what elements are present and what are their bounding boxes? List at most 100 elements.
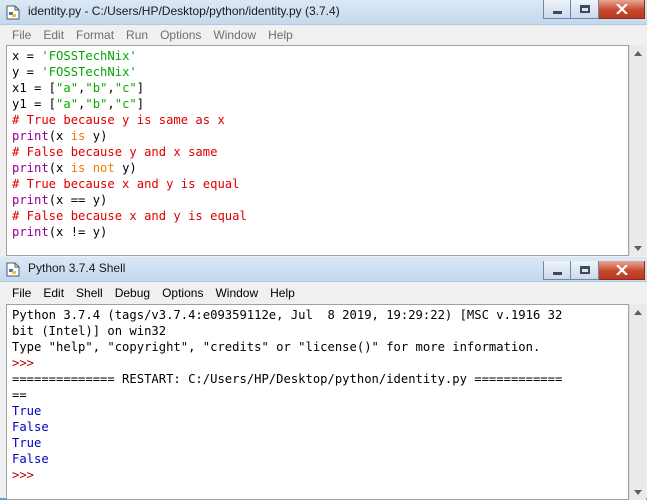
close-button[interactable] [599, 261, 645, 280]
menu-options[interactable]: Options [154, 28, 207, 42]
menu-window[interactable]: Window [207, 28, 262, 42]
code-token: ] [136, 81, 145, 95]
menu-edit[interactable]: Edit [37, 286, 70, 300]
code-token: >>> [12, 468, 42, 482]
shell-menubar: File Edit Shell Debug Options Window Hel… [0, 282, 647, 304]
minimize-icon [552, 10, 562, 14]
code-line: == [12, 387, 628, 403]
minimize-icon [552, 271, 562, 275]
code-token: "a" [56, 97, 79, 111]
maximize-button[interactable] [571, 261, 599, 280]
menu-run[interactable]: Run [120, 28, 154, 42]
shell-output[interactable]: Python 3.7.4 (tags/v3.7.4:e09359112e, Ju… [6, 304, 629, 500]
code-token: # True because x and y is equal [12, 177, 240, 191]
code-token: y) [114, 161, 137, 175]
code-token: "c" [114, 81, 137, 95]
code-token: print [12, 129, 49, 143]
python-file-icon [6, 5, 20, 20]
chevron-down-icon [634, 489, 642, 495]
code-token: is not [70, 161, 115, 175]
code-line: # False because y and x same [12, 144, 628, 160]
shell-scrollbar[interactable] [629, 304, 646, 500]
code-token: 'FOSSTechNix' [41, 65, 137, 79]
code-token: False [12, 420, 49, 434]
menu-window[interactable]: Window [209, 286, 264, 300]
code-line: x = 'FOSSTechNix' [12, 48, 628, 64]
code-token: False [12, 452, 49, 466]
shell-window: Python 3.7.4 Shell File Edit Shell Debug… [0, 257, 647, 500]
maximize-button[interactable] [571, 0, 599, 19]
menu-edit[interactable]: Edit [37, 28, 70, 42]
menu-debug[interactable]: Debug [109, 286, 156, 300]
code-token: >>> [12, 356, 42, 370]
editor-scrollbar[interactable] [629, 45, 646, 256]
menu-options[interactable]: Options [156, 286, 209, 300]
code-token: Type "help", "copyright", "credits" or "… [12, 340, 541, 354]
editor-window-controls [543, 0, 645, 19]
menu-help[interactable]: Help [264, 286, 301, 300]
menu-format[interactable]: Format [70, 28, 120, 42]
code-line: >>> [12, 355, 628, 371]
code-token: "b" [85, 81, 108, 95]
code-line: print(x != y) [12, 224, 628, 240]
minimize-button[interactable] [543, 0, 571, 19]
code-token: # False because y and x same [12, 145, 218, 159]
code-line: Type "help", "copyright", "credits" or "… [12, 339, 628, 355]
menu-file[interactable]: File [6, 286, 37, 300]
editor-menubar: File Edit Format Run Options Window Help [0, 25, 647, 45]
code-line: print(x is not y) [12, 160, 628, 176]
shell-window-controls [543, 261, 645, 280]
code-line: # True because y is same as x [12, 112, 628, 128]
menu-file[interactable]: File [6, 28, 37, 42]
code-line: print(x is y) [12, 128, 628, 144]
code-token: # False because x and y is equal [12, 209, 247, 223]
code-token: print [12, 225, 49, 239]
scroll-down-button[interactable] [630, 240, 646, 256]
code-line: False [12, 419, 628, 435]
close-icon [615, 265, 628, 275]
code-editor[interactable]: x = 'FOSSTechNix' y = 'FOSSTechNix' x1 = [… [6, 45, 629, 256]
menu-help[interactable]: Help [262, 28, 299, 42]
editor-window: identity.py - C:/Users/HP/Desktop/python… [0, 0, 647, 258]
python-shell-icon [6, 262, 20, 277]
code-token: 'FOSSTechNix' [41, 49, 137, 63]
code-token: (x [48, 129, 71, 143]
minimize-button[interactable] [543, 261, 571, 280]
code-line: False [12, 451, 628, 467]
code-token: Python 3.7.4 (tags/v3.7.4:e09359112e, Ju… [12, 308, 563, 322]
code-token: y) [85, 129, 108, 143]
code-line: y1 = ["a","b","c"] [12, 96, 628, 112]
code-text: x = 'FOSSTechNix' y = 'FOSSTechNix' x1 = [… [7, 46, 628, 240]
code-token: "c" [114, 97, 137, 111]
close-button[interactable] [599, 0, 645, 19]
code-token: x = [12, 49, 42, 63]
scroll-up-button[interactable] [630, 304, 646, 320]
code-token: (x [48, 161, 71, 175]
code-token: , [107, 81, 115, 95]
scroll-up-button[interactable] [630, 45, 646, 61]
shell-titlebar[interactable]: Python 3.7.4 Shell [0, 257, 647, 282]
code-line: bit (Intel)] on win32 [12, 323, 628, 339]
code-token: == [12, 388, 27, 402]
menu-shell[interactable]: Shell [70, 286, 109, 300]
editor-titlebar[interactable]: identity.py - C:/Users/HP/Desktop/python… [0, 0, 647, 25]
code-line: >>> [12, 467, 628, 483]
chevron-down-icon [634, 245, 642, 251]
code-token: print [12, 193, 49, 207]
code-line: # False because x and y is equal [12, 208, 628, 224]
code-token: True [12, 436, 42, 450]
code-token: y1 = [ [12, 97, 57, 111]
code-token: True [12, 404, 42, 418]
code-token: bit (Intel)] on win32 [12, 324, 167, 338]
close-icon [615, 4, 628, 14]
code-line: y = 'FOSSTechNix' [12, 64, 628, 80]
chevron-up-icon [634, 50, 642, 56]
maximize-icon [579, 266, 590, 274]
shell-text: Python 3.7.4 (tags/v3.7.4:e09359112e, Ju… [7, 305, 628, 483]
maximize-icon [579, 5, 590, 13]
code-token: "a" [56, 81, 79, 95]
code-token: , [107, 97, 115, 111]
editor-title: identity.py - C:/Users/HP/Desktop/python… [28, 4, 340, 18]
code-token: ] [136, 97, 145, 111]
code-token: is [70, 129, 86, 143]
